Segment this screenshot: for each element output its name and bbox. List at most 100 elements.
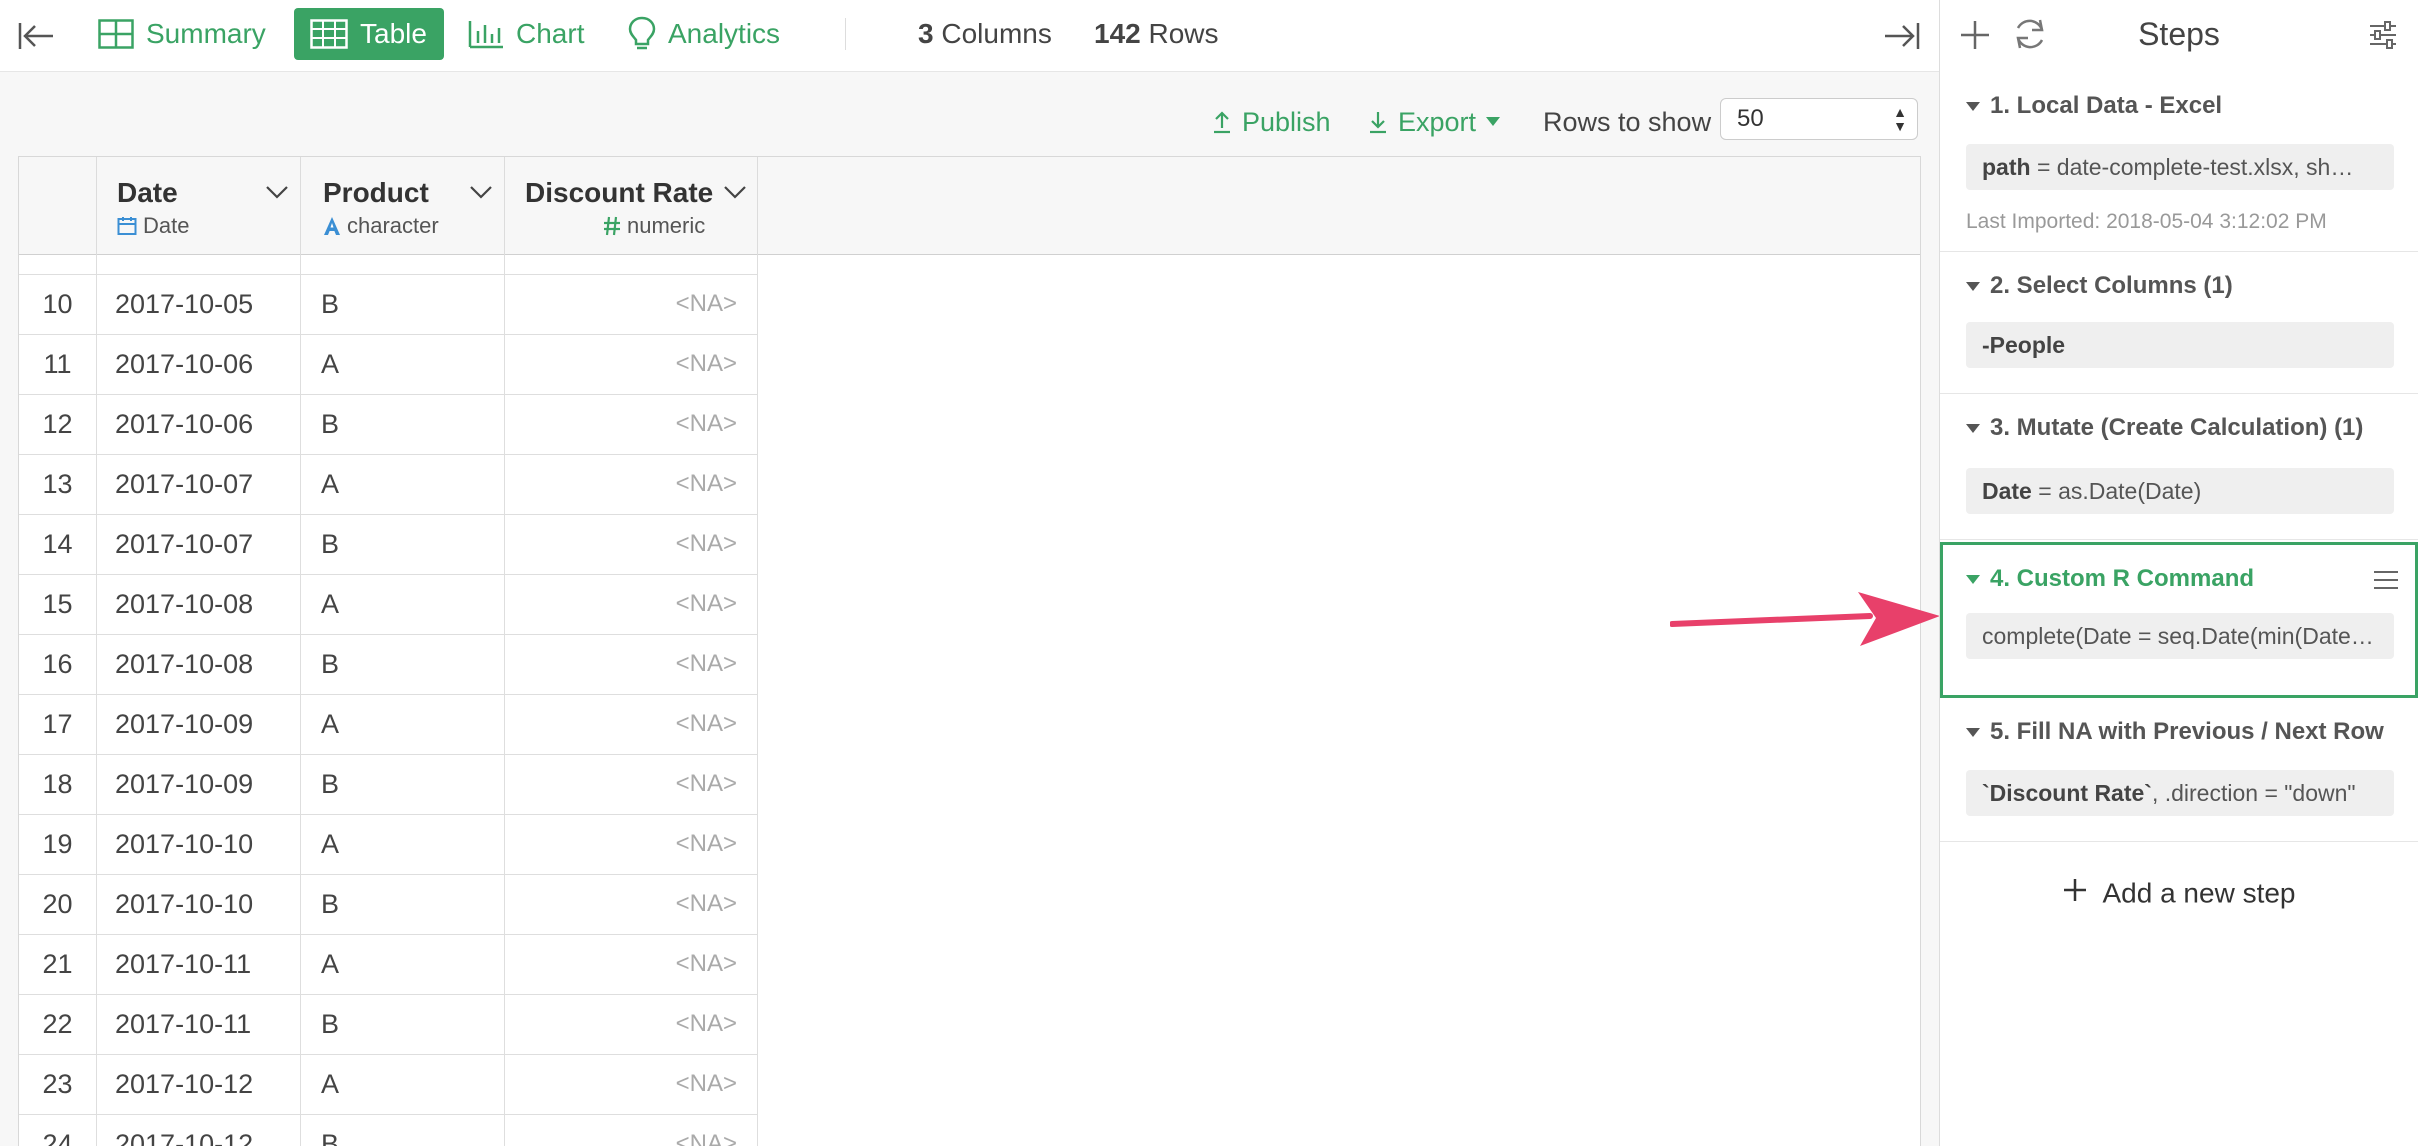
date-cell: 2017-10-12 <box>97 1115 301 1146</box>
step-detail-value: date-complete-test.xlsx, sh… <box>2056 154 2354 180</box>
export-label: Export <box>1398 106 1477 137</box>
export-button[interactable]: Export <box>1368 96 1501 148</box>
publish-button[interactable]: Publish <box>1212 96 1331 148</box>
step-3[interactable]: 3. Mutate (Create Calculation) (1) Date … <box>1940 394 2418 540</box>
table-row[interactable]: 14 2017-10-07 B <NA> <box>19 515 758 575</box>
discount-rate-cell: <NA> <box>505 875 758 935</box>
table-row[interactable]: 24 2017-10-12 B <NA> <box>19 1115 758 1146</box>
tab-analytics-label: Analytics <box>668 18 781 49</box>
step-detail[interactable]: Date = as.Date(Date) <box>1966 468 2394 514</box>
step-detail-op: = <box>2030 154 2057 180</box>
row-index: 20 <box>19 875 97 935</box>
date-cell: 2017-10-12 <box>97 1055 301 1115</box>
rows-to-show-select[interactable]: 50 ▲ ▼ <box>1720 98 1918 140</box>
date-cell: 2017-10-07 <box>97 455 301 515</box>
step-detail[interactable]: path = date-complete-test.xlsx, sh… <box>1966 144 2394 190</box>
step-detail[interactable]: `Discount Rate`, .direction = "down" <box>1966 770 2394 816</box>
table-row[interactable]: 19 2017-10-10 A <NA> <box>19 815 758 875</box>
add-new-step-button[interactable]: Add a new step <box>1940 876 2418 910</box>
steps-sidebar: Steps 1. Local Data - Excel path = date-… <box>1939 0 2418 1146</box>
hamburger-menu-icon[interactable] <box>2373 569 2399 596</box>
chevron-down-icon[interactable] <box>265 185 289 204</box>
download-icon <box>1370 112 1386 134</box>
chevron-down-icon[interactable] <box>723 185 747 204</box>
step-2[interactable]: 2. Select Columns (1) -People <box>1940 252 2418 394</box>
table-row[interactable]: 18 2017-10-09 B <NA> <box>19 755 758 815</box>
lightbulb-icon <box>628 16 656 50</box>
steps-title: Steps <box>2138 16 2220 52</box>
table-row[interactable]: 13 2017-10-07 A <NA> <box>19 455 758 515</box>
chevron-down-icon[interactable] <box>469 185 493 204</box>
collapse-left-icon[interactable] <box>14 14 58 58</box>
step-5[interactable]: 5. Fill NA with Previous / Next Row `Dis… <box>1940 698 2418 842</box>
last-imported-note: Last Imported: 2018-05-04 3:12:02 PM <box>1966 210 2327 233</box>
column-type-label: Date <box>143 213 190 238</box>
caret-down-icon[interactable] <box>1966 423 1980 433</box>
plus-icon <box>2062 877 2088 910</box>
caret-down-icon[interactable] <box>1966 101 1980 111</box>
step-detail-op: = <box>2031 478 2059 504</box>
product-cell: A <box>301 335 505 395</box>
column-header-date[interactable]: Date Date <box>97 157 301 255</box>
product-cell: A <box>301 1055 505 1115</box>
tab-table-label: Table <box>360 18 427 49</box>
column-type: Date <box>117 213 189 239</box>
caret-down-icon <box>1486 117 1501 126</box>
table-row[interactable]: 10 2017-10-05 B <NA> <box>19 275 758 335</box>
table-row[interactable]: 20 2017-10-10 B <NA> <box>19 875 758 935</box>
product-cell: B <box>301 995 505 1055</box>
column-name: Discount Rate <box>525 177 714 208</box>
settings-sliders-icon[interactable] <box>2368 20 2398 55</box>
step-detail-value: as.Date(Date) <box>2058 478 2202 504</box>
product-cell: A <box>301 575 505 635</box>
top-toolbar: Summary Table Chart Analytics 3 Columns … <box>0 0 1939 72</box>
discount-rate-cell: <NA> <box>505 575 758 635</box>
data-grid: Date Date Product character Discount Rat… <box>18 156 1921 1146</box>
table-row[interactable]: 23 2017-10-12 A <NA> <box>19 1055 758 1115</box>
table-row[interactable]: 21 2017-10-11 A <NA> <box>19 935 758 995</box>
step-detail[interactable]: -People <box>1966 322 2394 368</box>
row-index: 21 <box>19 935 97 995</box>
step-title: 2. Select Columns (1) <box>1966 272 2233 300</box>
date-cell: 2017-10-07 <box>97 515 301 575</box>
tab-table[interactable]: Table <box>294 8 444 60</box>
tab-analytics[interactable]: Analytics <box>612 8 796 60</box>
caret-down-icon[interactable] <box>1966 574 1980 584</box>
row-index: 24 <box>19 1115 97 1146</box>
tab-chart[interactable]: Chart <box>452 8 600 60</box>
table-row[interactable]: 12 2017-10-06 B <NA> <box>19 395 758 455</box>
step-title: 3. Mutate (Create Calculation) (1) <box>1966 414 2363 442</box>
table-row[interactable]: 92017-10-05A<NA> <box>19 255 758 275</box>
column-header-discount-rate[interactable]: Discount Rate numeric <box>505 157 758 255</box>
row-index: 14 <box>19 515 97 575</box>
columns-count-value: 3 <box>918 18 934 49</box>
rows-count-label: Rows <box>1148 18 1219 49</box>
table-row[interactable]: 16 2017-10-08 B <NA> <box>19 635 758 695</box>
table-row[interactable]: 22 2017-10-11 B <NA> <box>19 995 758 1055</box>
calendar-icon <box>117 217 137 235</box>
column-type-label: character <box>347 213 439 238</box>
row-index: 16 <box>19 635 97 695</box>
step-1[interactable]: 1. Local Data - Excel path = date-comple… <box>1940 72 2418 252</box>
row-index: 15 <box>19 575 97 635</box>
date-cell: 2017-10-09 <box>97 755 301 815</box>
collapse-right-icon[interactable] <box>1880 14 1924 58</box>
tab-summary[interactable]: Summary <box>82 8 282 60</box>
column-header-product[interactable]: Product character <box>301 157 505 255</box>
rows-to-show-label: Rows to show <box>1543 106 1712 137</box>
caret-down-icon[interactable] <box>1966 727 1980 737</box>
table-row[interactable]: 17 2017-10-09 A <NA> <box>19 695 758 755</box>
summary-grid-icon <box>98 19 134 49</box>
numeric-hash-icon <box>604 216 620 236</box>
table-row[interactable]: 11 2017-10-06 A <NA> <box>19 335 758 395</box>
discount-rate-cell: <NA> <box>505 455 758 515</box>
column-type: character <box>323 213 439 239</box>
step-detail-key: `Discount Rate` <box>1982 780 2152 806</box>
step-detail[interactable]: complete(Date = seq.Date(min(Date… <box>1966 613 2394 659</box>
caret-down-icon[interactable] <box>1966 281 1980 291</box>
product-cell: A <box>301 935 505 995</box>
step-4[interactable]: 4. Custom R Command complete(Date = seq.… <box>1940 542 2418 698</box>
table-row[interactable]: 15 2017-10-08 A <NA> <box>19 575 758 635</box>
discount-rate-cell: <NA> <box>505 335 758 395</box>
discount-rate-cell: <NA> <box>505 395 758 455</box>
